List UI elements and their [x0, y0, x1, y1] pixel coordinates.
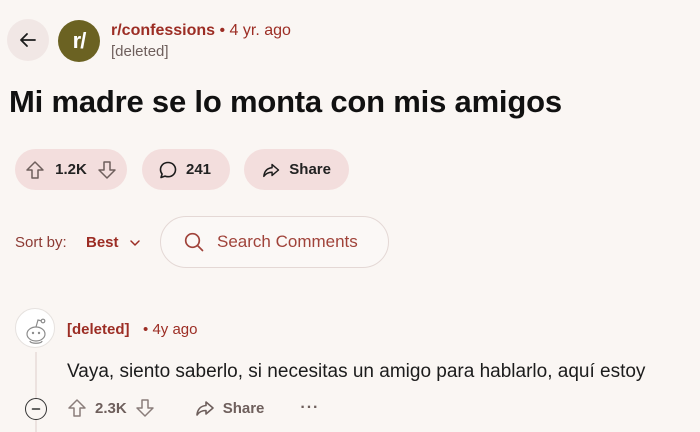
sort-label: Sort by:	[15, 234, 67, 251]
subreddit-line: r/confessions • 4 yr. ago	[111, 22, 291, 40]
chevron-down-icon	[129, 239, 140, 246]
comment-meta-separator: •	[143, 321, 149, 338]
more-options-button[interactable]: ···	[300, 399, 319, 417]
comment-meta: • 4y ago	[143, 321, 197, 338]
back-button[interactable]	[7, 19, 49, 61]
comments-button[interactable]: 241	[142, 149, 230, 190]
post-title: Mi madre se lo monta con mis amigos	[9, 84, 562, 119]
post-author: [deleted]	[111, 43, 169, 60]
share-button[interactable]: Share	[244, 149, 349, 190]
downvote-icon[interactable]	[135, 398, 155, 418]
sort-dropdown[interactable]: Best	[86, 234, 141, 251]
search-placeholder: Search Comments	[217, 232, 358, 251]
comment-actions: 2.3K Share ···	[67, 398, 319, 418]
comment-vote-count: 2.3K	[95, 399, 127, 417]
post-vote-pill: 1.2K	[15, 149, 127, 190]
comment-count: 241	[186, 161, 212, 178]
upvote-icon[interactable]	[67, 398, 87, 418]
share-arrow-icon	[195, 401, 214, 416]
share-arrow-icon	[263, 163, 280, 177]
subreddit-name-link[interactable]: r/confessions	[111, 22, 215, 39]
search-icon	[184, 232, 204, 252]
meta-separator: •	[219, 22, 226, 39]
comment-body: Vaya, siento saberlo, si necesitas un am…	[67, 361, 646, 382]
comment-author[interactable]: [deleted]	[67, 321, 130, 338]
post-age: 4 yr. ago	[229, 22, 291, 39]
snoo-avatar-icon	[26, 318, 46, 344]
subreddit-avatar-text: r/	[72, 28, 87, 53]
thread-line[interactable]	[35, 352, 37, 432]
collapse-thread-button[interactable]	[25, 398, 47, 420]
share-label: Share	[289, 161, 331, 178]
comment-vote: 2.3K	[67, 398, 155, 418]
sort-value: Best	[86, 234, 119, 251]
comment-bubble-icon	[159, 161, 177, 178]
comment-share-label: Share	[222, 399, 265, 417]
comment-share-button[interactable]: Share	[195, 398, 265, 418]
upvote-icon[interactable]	[25, 160, 45, 180]
comment-avatar[interactable]	[15, 308, 55, 348]
downvote-icon[interactable]	[97, 160, 117, 180]
comment-age: 4y ago	[152, 321, 198, 338]
subreddit-avatar[interactable]: r/	[58, 20, 100, 62]
arrow-left-icon	[20, 33, 36, 47]
search-comments-input[interactable]: Search Comments	[160, 216, 389, 268]
post-vote-count: 1.2K	[55, 161, 87, 178]
minus-icon	[31, 408, 41, 410]
